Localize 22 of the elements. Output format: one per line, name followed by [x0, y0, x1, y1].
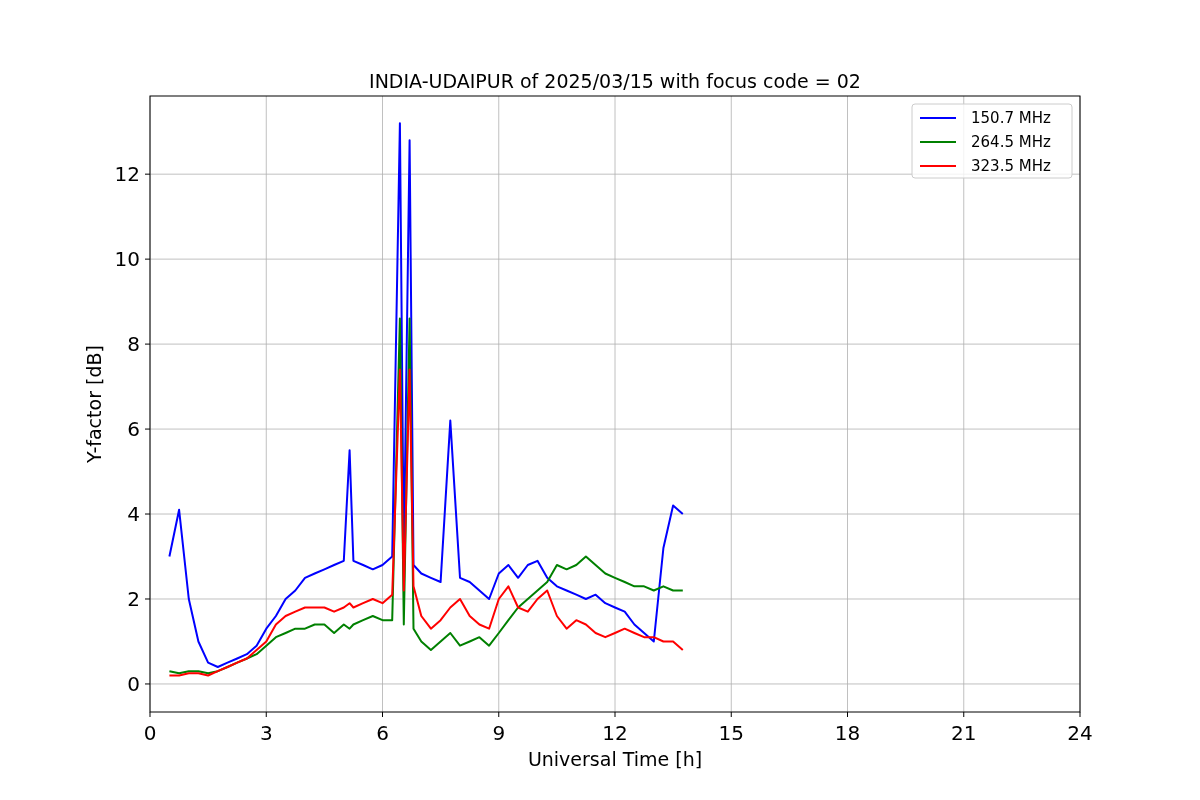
x-tick-label: 12	[602, 721, 628, 745]
y-tick-label: 0	[127, 671, 140, 696]
y-tick-label: 2	[127, 587, 140, 611]
legend-label: 264.5 MHz	[971, 133, 1051, 151]
y-tick-label: 10	[114, 247, 140, 272]
y-tick-label: 8	[127, 332, 140, 357]
y-tick-label: 4	[127, 502, 140, 527]
y-axis-label: Y-factor [dB]	[83, 345, 105, 463]
x-tick-label: 9	[492, 721, 506, 745]
x-tick-label: 15	[718, 721, 744, 745]
x-tick-label: 21	[951, 721, 977, 745]
chart-title: INDIA-UDAIPUR of 2025/03/15 with focus code = 02	[369, 70, 861, 92]
x-axis-label: Universal Time [h]	[527, 748, 703, 770]
x-tick-label: 24	[1067, 721, 1093, 745]
legend-label: 323.5 MHz	[971, 157, 1051, 175]
y-tick-label: 6	[127, 417, 140, 442]
y-tick-label: 12	[114, 162, 140, 187]
x-tick-label: 18	[834, 721, 861, 745]
x-tick-label: 3	[259, 721, 273, 745]
legend-label: 150.7 MHz	[971, 109, 1051, 127]
x-tick-label: 0	[143, 721, 157, 745]
x-tick-label: 6	[376, 721, 389, 745]
